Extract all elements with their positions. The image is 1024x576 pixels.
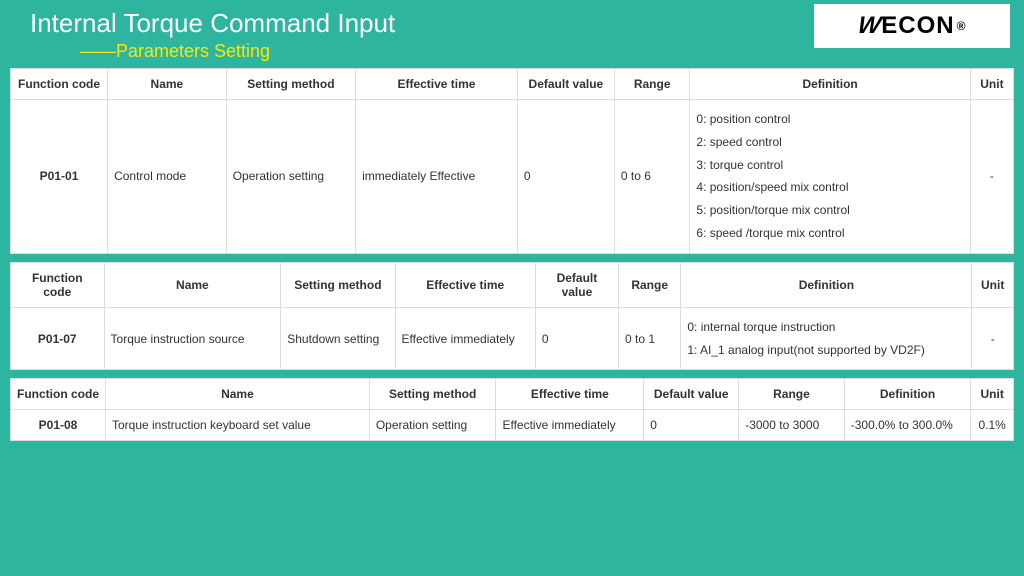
def-line: 0: internal torque instruction xyxy=(687,316,965,339)
brand-logo: WECON® xyxy=(814,4,1010,48)
table-header-row: Function code Name Setting method Effect… xyxy=(11,69,1014,100)
def-line: 0: position control xyxy=(696,108,963,131)
col-effective-time: Effective time xyxy=(395,262,535,307)
cell-dv: 0 xyxy=(644,410,739,441)
param-table-p01-01: Function code Name Setting method Effect… xyxy=(10,68,1014,254)
col-name: Name xyxy=(105,379,369,410)
cell-et: immediately Effective xyxy=(356,100,518,254)
cell-dv: 0 xyxy=(517,100,614,254)
table-header-row: Function code Name Setting method Effect… xyxy=(11,262,1014,307)
cell-def: -300.0% to 300.0% xyxy=(844,410,971,441)
table-row: P01-01 Control mode Operation setting im… xyxy=(11,100,1014,254)
cell-et: Effective immediately xyxy=(496,410,644,441)
cell-fc: P01-07 xyxy=(11,307,105,370)
cell-name: Torque instruction keyboard set value xyxy=(105,410,369,441)
col-function-code: Function code xyxy=(11,69,108,100)
table-row: P01-07 Torque instruction source Shutdow… xyxy=(11,307,1014,370)
col-default-value: Default value xyxy=(535,262,618,307)
def-line: 3: torque control xyxy=(696,154,963,177)
cell-sm: Operation setting xyxy=(226,100,355,254)
col-definition: Definition xyxy=(844,379,971,410)
col-setting-method: Setting method xyxy=(281,262,395,307)
cell-rg: 0 to 6 xyxy=(614,100,689,254)
col-unit: Unit xyxy=(971,379,1014,410)
col-setting-method: Setting method xyxy=(226,69,355,100)
cell-dv: 0 xyxy=(535,307,618,370)
cell-def: 0: internal torque instruction 1: AI_1 a… xyxy=(681,307,972,370)
cell-unit: - xyxy=(970,100,1013,254)
def-line: 2: speed control xyxy=(696,131,963,154)
cell-sm: Shutdown setting xyxy=(281,307,395,370)
table-row: P01-08 Torque instruction keyboard set v… xyxy=(11,410,1014,441)
cell-fc: P01-08 xyxy=(11,410,106,441)
def-line: 4: position/speed mix control xyxy=(696,176,963,199)
col-function-code: Function code xyxy=(11,379,106,410)
col-name: Name xyxy=(104,262,281,307)
col-effective-time: Effective time xyxy=(356,69,518,100)
col-setting-method: Setting method xyxy=(369,379,496,410)
cell-name: Control mode xyxy=(108,100,227,254)
col-range: Range xyxy=(614,69,689,100)
cell-et: Effective immediately xyxy=(395,307,535,370)
def-line: 1: AI_1 analog input(not supported by VD… xyxy=(687,339,965,362)
def-line: 6: speed /torque mix control xyxy=(696,222,963,245)
table-header-row: Function code Name Setting method Effect… xyxy=(11,379,1014,410)
cell-unit: - xyxy=(972,307,1014,370)
cell-rg: 0 to 1 xyxy=(619,307,681,370)
cell-def: 0: position control 2: speed control 3: … xyxy=(690,100,970,254)
col-range: Range xyxy=(739,379,845,410)
col-range: Range xyxy=(619,262,681,307)
col-name: Name xyxy=(108,69,227,100)
col-definition: Definition xyxy=(690,69,970,100)
param-table-p01-07: Function code Name Setting method Effect… xyxy=(10,262,1014,371)
col-unit: Unit xyxy=(970,69,1013,100)
col-effective-time: Effective time xyxy=(496,379,644,410)
col-unit: Unit xyxy=(972,262,1014,307)
param-table-p01-08: Function code Name Setting method Effect… xyxy=(10,378,1014,441)
cell-sm: Operation setting xyxy=(369,410,496,441)
col-default-value: Default value xyxy=(517,69,614,100)
def-line: 5: position/torque mix control xyxy=(696,199,963,222)
cell-rg: -3000 to 3000 xyxy=(739,410,845,441)
col-function-code: Function code xyxy=(11,262,105,307)
col-default-value: Default value xyxy=(644,379,739,410)
cell-unit: 0.1% xyxy=(971,410,1014,441)
cell-name: Torque instruction source xyxy=(104,307,281,370)
col-definition: Definition xyxy=(681,262,972,307)
cell-fc: P01-01 xyxy=(11,100,108,254)
